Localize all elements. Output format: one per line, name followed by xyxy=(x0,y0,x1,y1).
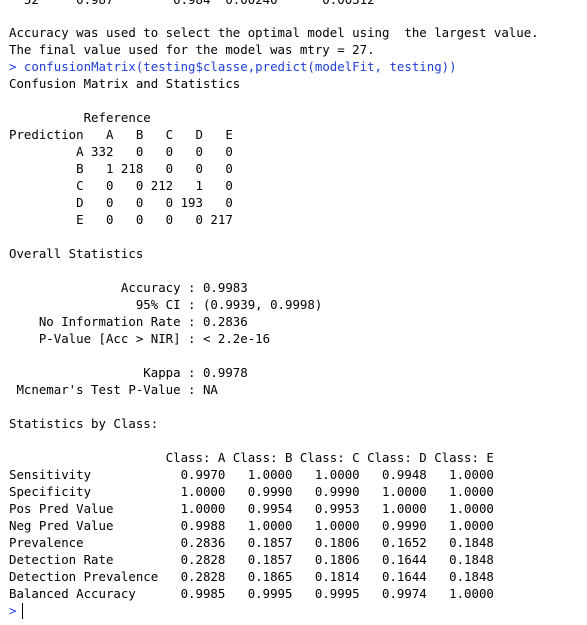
overall-stats-title: Overall Statistics xyxy=(9,246,144,261)
r-console[interactable]: 52 0.987 0.984 0.00240 0.00312 Accuracy … xyxy=(0,0,587,625)
clipped-output-line: 52 0.987 0.984 0.00240 0.00312 xyxy=(9,0,375,8)
overall-stat-line: 95% CI : (0.9939, 0.9998) xyxy=(9,297,323,312)
by-class-row: Detection Prevalence 0.2828 0.1865 0.181… xyxy=(9,569,494,584)
matrix-header: Prediction A B C D E xyxy=(9,127,233,142)
overall-stat-line: Accuracy : 0.9983 xyxy=(9,280,248,295)
by-class-row: Pos Pred Value 1.0000 0.9954 0.9953 1.00… xyxy=(9,501,494,516)
by-class-row: Detection Rate 0.2828 0.1857 0.1806 0.16… xyxy=(9,552,494,567)
matrix-row: C 0 0 212 1 0 xyxy=(9,178,233,193)
by-class-row: Sensitivity 0.9970 1.0000 1.0000 0.9948 … xyxy=(9,467,494,482)
output-line: The final value used for the model was m… xyxy=(9,42,375,57)
matrix-row: B 1 218 0 0 0 xyxy=(9,161,233,176)
output-heading: Confusion Matrix and Statistics xyxy=(9,76,241,91)
by-class-row: Prevalence 0.2836 0.1857 0.1806 0.1652 0… xyxy=(9,535,494,550)
overall-stat-line: No Information Rate : 0.2836 xyxy=(9,314,248,329)
command-text: confusionMatrix(testing$classe,predict(m… xyxy=(16,59,457,74)
output-line: Accuracy was used to select the optimal … xyxy=(9,25,539,40)
overall-stat-line: P-Value [Acc > NIR] : < 2.2e-16 xyxy=(9,331,271,346)
matrix-reference-label: Reference xyxy=(9,110,151,125)
command-line: > confusionMatrix(testing$classe,predict… xyxy=(9,58,457,75)
text-cursor xyxy=(22,603,23,619)
by-class-row: Specificity 1.0000 0.9990 0.9990 1.0000 … xyxy=(9,484,494,499)
input-prompt[interactable]: > xyxy=(9,602,16,619)
by-class-title: Statistics by Class: xyxy=(9,416,159,431)
matrix-row: D 0 0 0 193 0 xyxy=(9,195,233,210)
by-class-row: Balanced Accuracy 0.9985 0.9995 0.9995 0… xyxy=(9,586,494,601)
matrix-row: A 332 0 0 0 0 xyxy=(9,144,233,159)
overall-stat-line: Kappa : 0.9978 xyxy=(9,365,248,380)
overall-stat-line: Mcnemar's Test P-Value : NA xyxy=(9,382,218,397)
matrix-row: E 0 0 0 0 217 xyxy=(9,212,233,227)
by-class-header: Class: A Class: B Class: C Class: D Clas… xyxy=(9,450,494,465)
by-class-row: Neg Pred Value 0.9988 1.0000 1.0000 0.99… xyxy=(9,518,494,533)
